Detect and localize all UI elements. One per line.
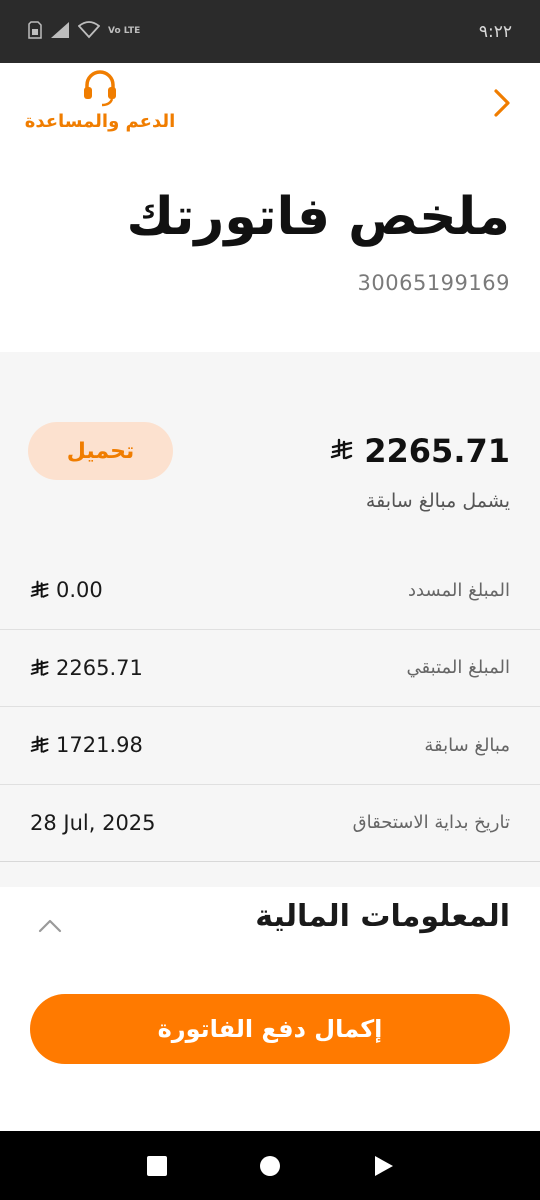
invoice-number: 30065199169 (357, 271, 510, 295)
chevron-up-icon (38, 919, 62, 933)
recent-apps-button[interactable] (143, 1152, 171, 1180)
row-value-text: 0.00 (56, 578, 103, 603)
home-button[interactable] (256, 1152, 284, 1180)
support-label: الدعم والمساعدة (24, 111, 176, 132)
row-label: مبالغ سابقة (424, 734, 510, 756)
signal-icon (50, 21, 70, 43)
volte-icon: Vo LTE (108, 26, 141, 36)
row-value: 2265.71 (30, 656, 143, 680)
summary-row: 0.00 المبلغ المسدد (0, 552, 540, 630)
support-button[interactable]: الدعم والمساعدة (20, 67, 180, 141)
saudi-riyal-icon (330, 432, 354, 470)
row-value-text: 2265.71 (56, 655, 143, 680)
back-icon (375, 1155, 394, 1176)
system-nav-bar (0, 1131, 540, 1200)
row-value-text: 28 Jul, 2025 (30, 810, 156, 835)
row-label: تاريخ بداية الاستحقاق (352, 812, 510, 834)
home-icon (259, 1155, 280, 1176)
status-time: ٩:٢٢ (478, 21, 512, 42)
row-value: 1721.98 (30, 733, 143, 757)
download-button[interactable]: تحميل (28, 422, 173, 480)
saudi-riyal-icon (30, 658, 49, 676)
invoice-summary: 2265.71 يشمل مبالغ سابقة تحميل 0.00 المب… (0, 352, 540, 887)
row-value: 28 Jul, 2025 (30, 811, 156, 835)
back-button[interactable] (488, 85, 518, 121)
total-note: يشمل مبالغ سابقة (365, 490, 510, 512)
wifi-icon (77, 20, 101, 43)
financial-info-section[interactable]: المعلومات المالية (0, 887, 540, 977)
collapse-button[interactable] (36, 915, 64, 937)
page-title: ملخص فاتورتك (126, 187, 510, 247)
total-amount-value: 2265.71 (364, 432, 510, 470)
row-label: المبلغ المتبقي (406, 657, 510, 679)
header: الدعم والمساعدة ملخص فاتورتك 30065199169 (0, 63, 540, 353)
total-amount: 2265.71 (330, 432, 510, 470)
sim-icon (28, 20, 42, 43)
recent-apps-icon (146, 1155, 167, 1176)
pay-invoice-button[interactable]: إكمال دفع الفاتورة (30, 994, 510, 1064)
summary-row: 28 Jul, 2025 تاريخ بداية الاستحقاق (0, 785, 540, 862)
summary-rows: 0.00 المبلغ المسدد 2265.71 المبلغ المتبق… (0, 552, 540, 862)
chevron-right-icon (494, 89, 510, 117)
headset-icon (84, 70, 116, 107)
status-icons: Vo LTE (28, 20, 141, 43)
financial-info-title: المعلومات المالية (255, 899, 510, 934)
saudi-riyal-icon (30, 580, 49, 598)
row-label: المبلغ المسدد (408, 579, 510, 601)
row-value-text: 1721.98 (56, 733, 143, 758)
saudi-riyal-icon (30, 735, 49, 753)
summary-row: 2265.71 المبلغ المتبقي (0, 630, 540, 707)
row-value: 0.00 (30, 578, 103, 602)
summary-row: 1721.98 مبالغ سابقة (0, 707, 540, 785)
back-nav-button[interactable] (369, 1152, 397, 1180)
status-bar: Vo LTE ٩:٢٢ (0, 0, 540, 63)
